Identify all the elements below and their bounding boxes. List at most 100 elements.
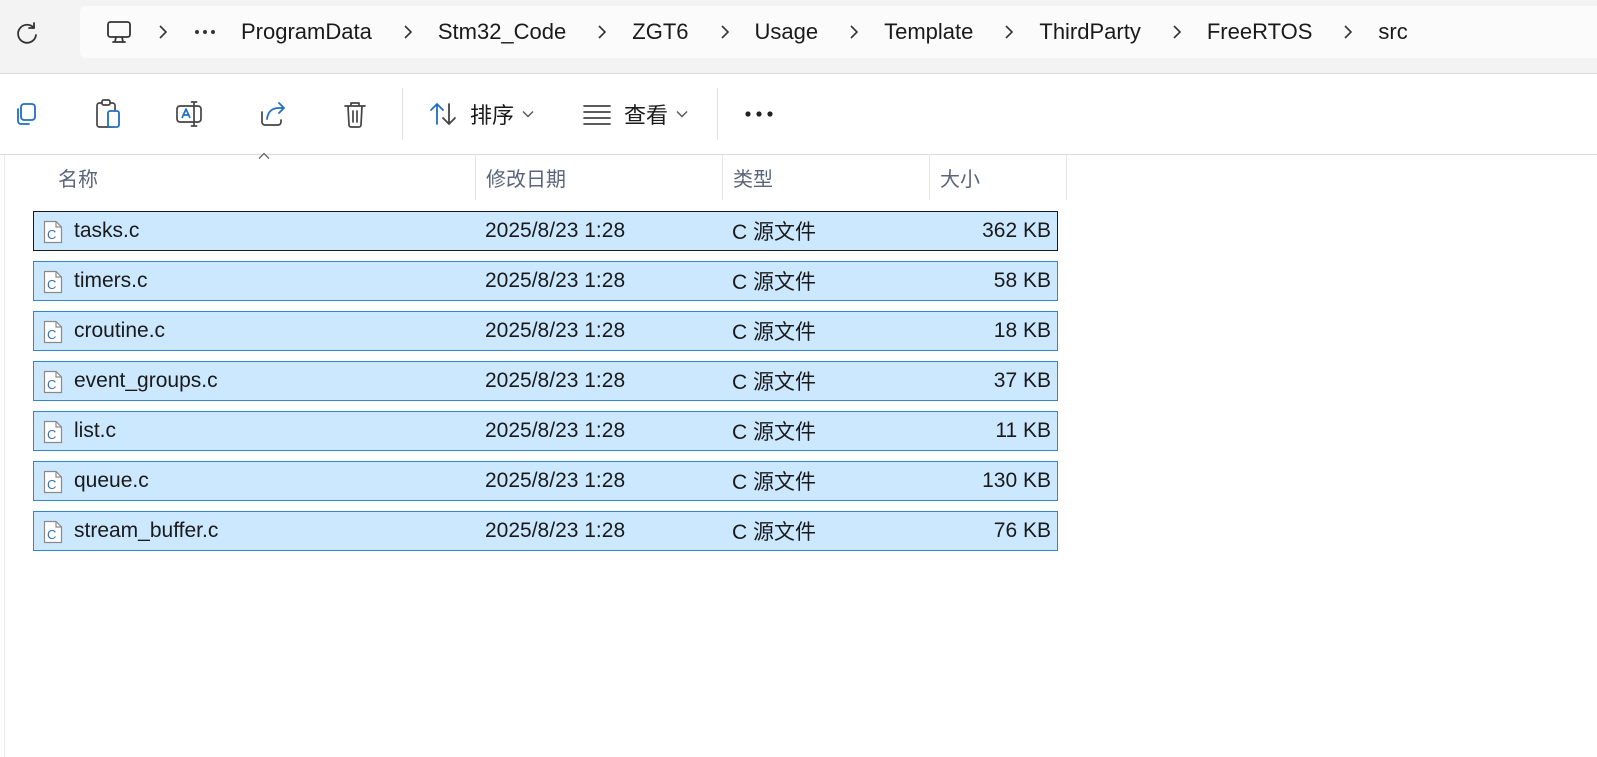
svg-text:C: C: [47, 527, 56, 542]
column-header-label: 类型: [733, 166, 773, 191]
file-size: 130 KB: [982, 469, 1051, 492]
file-size: 37 KB: [993, 369, 1051, 392]
chevron-right-icon[interactable]: [1171, 25, 1183, 39]
svg-text:C: C: [47, 277, 56, 292]
file-type: C 源文件: [732, 471, 816, 494]
trash-icon: [344, 102, 366, 128]
delete-button[interactable]: [335, 94, 375, 134]
breadcrumb-item[interactable]: ZGT6: [632, 19, 688, 45]
c-file-icon: C: [43, 420, 63, 444]
file-type: C 源文件: [732, 221, 816, 244]
file-name: tasks.c: [74, 219, 140, 242]
c-file-icon: C: [43, 470, 63, 494]
chevron-right-icon[interactable]: [596, 25, 608, 39]
file-modified: 2025/8/23 1:28: [485, 319, 626, 342]
breadcrumb-item[interactable]: FreeRTOS: [1207, 19, 1313, 45]
chevron-right-icon[interactable]: [402, 25, 414, 39]
ellipsis-icon: [745, 111, 773, 117]
chevron-right-icon[interactable]: [848, 25, 860, 39]
column-header-type[interactable]: 类型: [722, 154, 929, 200]
file-name: stream_buffer.c: [74, 519, 219, 542]
svg-text:C: C: [47, 477, 56, 492]
pane-divider: [4, 155, 5, 757]
chevron-down-icon: [676, 111, 688, 118]
file-size: 11 KB: [995, 419, 1051, 442]
file-row[interactable]: C timers.c 2025/8/23 1:28 C 源文件 58 KB: [33, 261, 1058, 301]
copy-button[interactable]: [6, 94, 46, 134]
svg-text:C: C: [47, 377, 56, 392]
view-dropdown[interactable]: 查看: [582, 94, 688, 134]
breadcrumb-item[interactable]: ThirdParty: [1039, 19, 1140, 45]
file-type: C 源文件: [732, 421, 816, 444]
column-header-name[interactable]: 名称: [48, 154, 475, 200]
c-file-icon: C: [43, 520, 63, 544]
c-file-icon: C: [43, 370, 63, 394]
ellipsis-icon: [195, 30, 215, 34]
breadcrumb-item[interactable]: Stm32_Code: [438, 19, 566, 45]
svg-text:C: C: [47, 227, 56, 242]
refresh-icon: [17, 22, 37, 44]
sort-label: 排序: [470, 104, 515, 129]
file-row[interactable]: C croutine.c 2025/8/23 1:28 C 源文件 18 KB: [33, 311, 1058, 351]
toolbar-divider: [717, 88, 718, 140]
file-size: 76 KB: [993, 519, 1051, 542]
chevron-right-icon[interactable]: [719, 25, 731, 39]
file-row[interactable]: C event_groups.c 2025/8/23 1:28 C 源文件 37…: [33, 361, 1058, 401]
file-name: list.c: [74, 419, 116, 442]
this-pc-button[interactable]: [101, 14, 137, 50]
rename-button[interactable]: [170, 94, 210, 134]
c-file-icon: C: [43, 220, 63, 244]
see-more-button[interactable]: [739, 94, 779, 134]
breadcrumb-item[interactable]: Template: [884, 19, 973, 45]
file-size: 58 KB: [993, 269, 1051, 292]
address-bar-region: ProgramData Stm32_Code ZGT6 Usage Templa…: [0, 0, 1597, 74]
column-header-row: 名称 修改日期 类型 大小: [0, 152, 1597, 200]
column-header-label: 大小: [940, 166, 980, 191]
file-row[interactable]: C stream_buffer.c 2025/8/23 1:28 C 源文件 7…: [33, 511, 1058, 551]
sort-dropdown[interactable]: 排序: [428, 94, 534, 134]
c-file-icon: C: [43, 320, 63, 344]
c-file-icon: C: [43, 270, 63, 294]
file-name: croutine.c: [74, 319, 166, 342]
toolbar-divider: [402, 88, 403, 140]
address-bar[interactable]: ProgramData Stm32_Code ZGT6 Usage Templa…: [80, 6, 1597, 58]
breadcrumb-item-current[interactable]: src: [1378, 19, 1407, 45]
file-row[interactable]: C list.c 2025/8/23 1:28 C 源文件 11 KB: [33, 411, 1058, 451]
chevron-right-icon[interactable]: [157, 25, 169, 39]
column-header-label: 名称: [58, 166, 98, 191]
file-type: C 源文件: [732, 371, 816, 394]
refresh-button[interactable]: [10, 16, 44, 50]
column-header-label: 修改日期: [486, 166, 566, 191]
more-breadcrumbs-button[interactable]: [192, 19, 218, 45]
column-header-modified[interactable]: 修改日期: [475, 154, 722, 200]
file-modified: 2025/8/23 1:28: [485, 269, 626, 292]
svg-text:C: C: [47, 327, 56, 342]
rename-icon: [176, 101, 202, 127]
command-bar: 排序 查看: [0, 74, 1597, 155]
breadcrumb-item[interactable]: ProgramData: [241, 19, 372, 45]
list-view-icon: [583, 105, 611, 125]
share-button[interactable]: [253, 94, 293, 134]
file-modified: 2025/8/23 1:28: [485, 369, 626, 392]
sort-icon: [430, 103, 456, 125]
file-name: timers.c: [74, 269, 148, 292]
copy-icon: [17, 103, 36, 125]
file-modified: 2025/8/23 1:28: [485, 519, 626, 542]
paste-button[interactable]: [88, 94, 128, 134]
file-type: C 源文件: [732, 271, 816, 294]
file-name: queue.c: [74, 469, 149, 492]
file-row[interactable]: C tasks.c 2025/8/23 1:28 C 源文件 362 KB: [33, 211, 1058, 251]
file-type: C 源文件: [732, 521, 816, 544]
breadcrumb-item[interactable]: Usage: [755, 19, 819, 45]
column-header-size[interactable]: 大小: [929, 154, 1067, 200]
chevron-right-icon[interactable]: [1342, 25, 1354, 39]
file-name: event_groups.c: [74, 369, 218, 392]
chevron-right-icon[interactable]: [1003, 25, 1015, 39]
file-modified: 2025/8/23 1:28: [485, 219, 626, 242]
file-modified: 2025/8/23 1:28: [485, 469, 626, 492]
monitor-icon: [107, 21, 131, 43]
chevron-down-icon: [522, 111, 534, 118]
file-row[interactable]: C queue.c 2025/8/23 1:28 C 源文件 130 KB: [33, 461, 1058, 501]
file-type: C 源文件: [732, 321, 816, 344]
share-icon: [261, 102, 285, 126]
